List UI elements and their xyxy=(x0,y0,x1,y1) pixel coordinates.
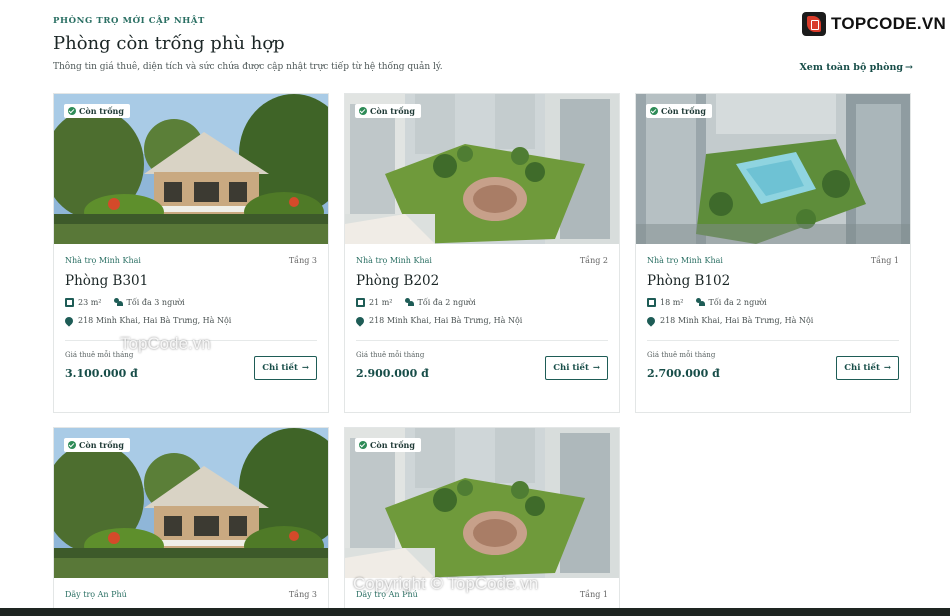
logo-icon xyxy=(802,12,826,36)
check-circle-icon xyxy=(68,441,76,449)
logo-text: TOPCODE.VN xyxy=(831,14,947,33)
badge-label: Còn trống xyxy=(79,440,124,450)
status-badge: Còn trống xyxy=(64,438,130,452)
page-subtitle: Thông tin giá thuê, diện tích và sức chứ… xyxy=(53,62,443,72)
status-badge: Còn trống xyxy=(355,104,421,118)
room-name: Phòng B102 xyxy=(647,273,731,289)
room-photo-house[interactable]: Còn trống xyxy=(54,428,328,578)
room-capacity: Tối đa 2 người xyxy=(708,298,767,307)
page-title: Phòng còn trống phù hợp xyxy=(53,33,285,54)
divider xyxy=(65,340,317,341)
check-circle-icon xyxy=(359,107,367,115)
room-name: Phòng B301 xyxy=(65,273,149,289)
price-label: Giá thuê mỗi tháng xyxy=(356,351,425,359)
room-address: 218 Minh Khai, Hai Bà Trưng, Hà Nội xyxy=(660,316,814,325)
price-label: Giá thuê mỗi tháng xyxy=(647,351,716,359)
detail-button-label: Chi tiết xyxy=(262,363,298,373)
location-pin-icon xyxy=(63,314,75,327)
room-photo-garden[interactable]: Còn trống xyxy=(345,94,619,244)
room-capacity: Tối đa 2 người xyxy=(417,298,476,307)
status-badge: Còn trống xyxy=(646,104,712,118)
check-circle-icon xyxy=(359,441,367,449)
badge-label: Còn trống xyxy=(79,106,124,116)
room-price: 3.100.000 đ xyxy=(65,367,138,380)
location-pin-icon xyxy=(645,314,657,327)
property-name: Nhà trọ Minh Khai xyxy=(647,256,723,265)
people-icon xyxy=(113,298,123,307)
detail-button[interactable]: Chi tiết → xyxy=(254,356,317,380)
check-circle-icon xyxy=(68,107,76,115)
check-circle-icon xyxy=(650,107,658,115)
property-name: Nhà trọ Minh Khai xyxy=(356,256,432,265)
floor-label: Tầng 1 xyxy=(579,590,608,599)
property-name: Dãy trọ An Phú xyxy=(65,590,127,599)
room-name: Phòng B202 xyxy=(356,273,440,289)
people-icon xyxy=(404,298,414,307)
room-card[interactable]: Còn trống Nhà trọ Minh Khai Tầng 3 Phòng… xyxy=(53,93,329,413)
divider xyxy=(356,340,608,341)
detail-button[interactable]: Chi tiết → xyxy=(836,356,899,380)
room-area: 18 m² xyxy=(660,298,684,307)
site-logo[interactable]: TOPCODE.VN xyxy=(802,10,950,38)
room-card[interactable]: Còn trống Nhà trọ Minh Khai Tầng 1 Phòng… xyxy=(635,93,911,413)
floor-label: Tầng 1 xyxy=(870,256,899,265)
room-price: 2.900.000 đ xyxy=(356,367,429,380)
status-badge: Còn trống xyxy=(355,438,421,452)
room-photo-pool[interactable]: Còn trống xyxy=(636,94,910,244)
room-photo-garden[interactable]: Còn trống xyxy=(345,428,619,578)
floor-label: Tầng 3 xyxy=(288,590,317,599)
status-badge: Còn trống xyxy=(64,104,130,118)
room-address: 218 Minh Khai, Hai Bà Trưng, Hà Nội xyxy=(369,316,523,325)
floor-label: Tầng 3 xyxy=(288,256,317,265)
room-photo-house[interactable]: Còn trống xyxy=(54,94,328,244)
detail-button-label: Chi tiết xyxy=(553,363,589,373)
room-card[interactable]: Còn trống Nhà trọ Minh Khai Tầng 2 Phòng… xyxy=(344,93,620,413)
room-address: 218 Minh Khai, Hai Bà Trưng, Hà Nội xyxy=(78,316,232,325)
detail-button[interactable]: Chi tiết → xyxy=(545,356,608,380)
room-capacity: Tối đa 3 người xyxy=(126,298,185,307)
location-pin-icon xyxy=(354,314,366,327)
detail-button-label: Chi tiết xyxy=(844,363,880,373)
badge-label: Còn trống xyxy=(370,106,415,116)
view-all-rooms-link[interactable]: Xem toàn bộ phòng → xyxy=(799,62,913,73)
area-icon xyxy=(356,298,365,307)
people-icon xyxy=(695,298,705,307)
room-area: 23 m² xyxy=(78,298,102,307)
room-card[interactable]: Còn trống Dãy trọ An Phú Tầng 1 xyxy=(344,427,620,616)
view-all-label: Xem toàn bộ phòng xyxy=(799,62,904,73)
badge-label: Còn trống xyxy=(370,440,415,450)
room-price: 2.700.000 đ xyxy=(647,367,720,380)
badge-label: Còn trống xyxy=(661,106,706,116)
property-name: Dãy trọ An Phú xyxy=(356,590,418,599)
arrow-right-icon: → xyxy=(905,62,913,73)
property-name: Nhà trọ Minh Khai xyxy=(65,256,141,265)
arrow-right-icon: → xyxy=(592,363,600,373)
bottom-taskbar-strip xyxy=(0,608,950,616)
area-icon xyxy=(647,298,656,307)
room-area: 21 m² xyxy=(369,298,393,307)
area-icon xyxy=(65,298,74,307)
room-card[interactable]: Còn trống Dãy trọ An Phú Tầng 3 xyxy=(53,427,329,616)
floor-label: Tầng 2 xyxy=(579,256,608,265)
price-label: Giá thuê mỗi tháng xyxy=(65,351,134,359)
section-eyebrow: PHÒNG TRỌ MỚI CẬP NHẬT xyxy=(53,16,205,26)
arrow-right-icon: → xyxy=(883,363,891,373)
divider xyxy=(647,340,899,341)
arrow-right-icon: → xyxy=(301,363,309,373)
